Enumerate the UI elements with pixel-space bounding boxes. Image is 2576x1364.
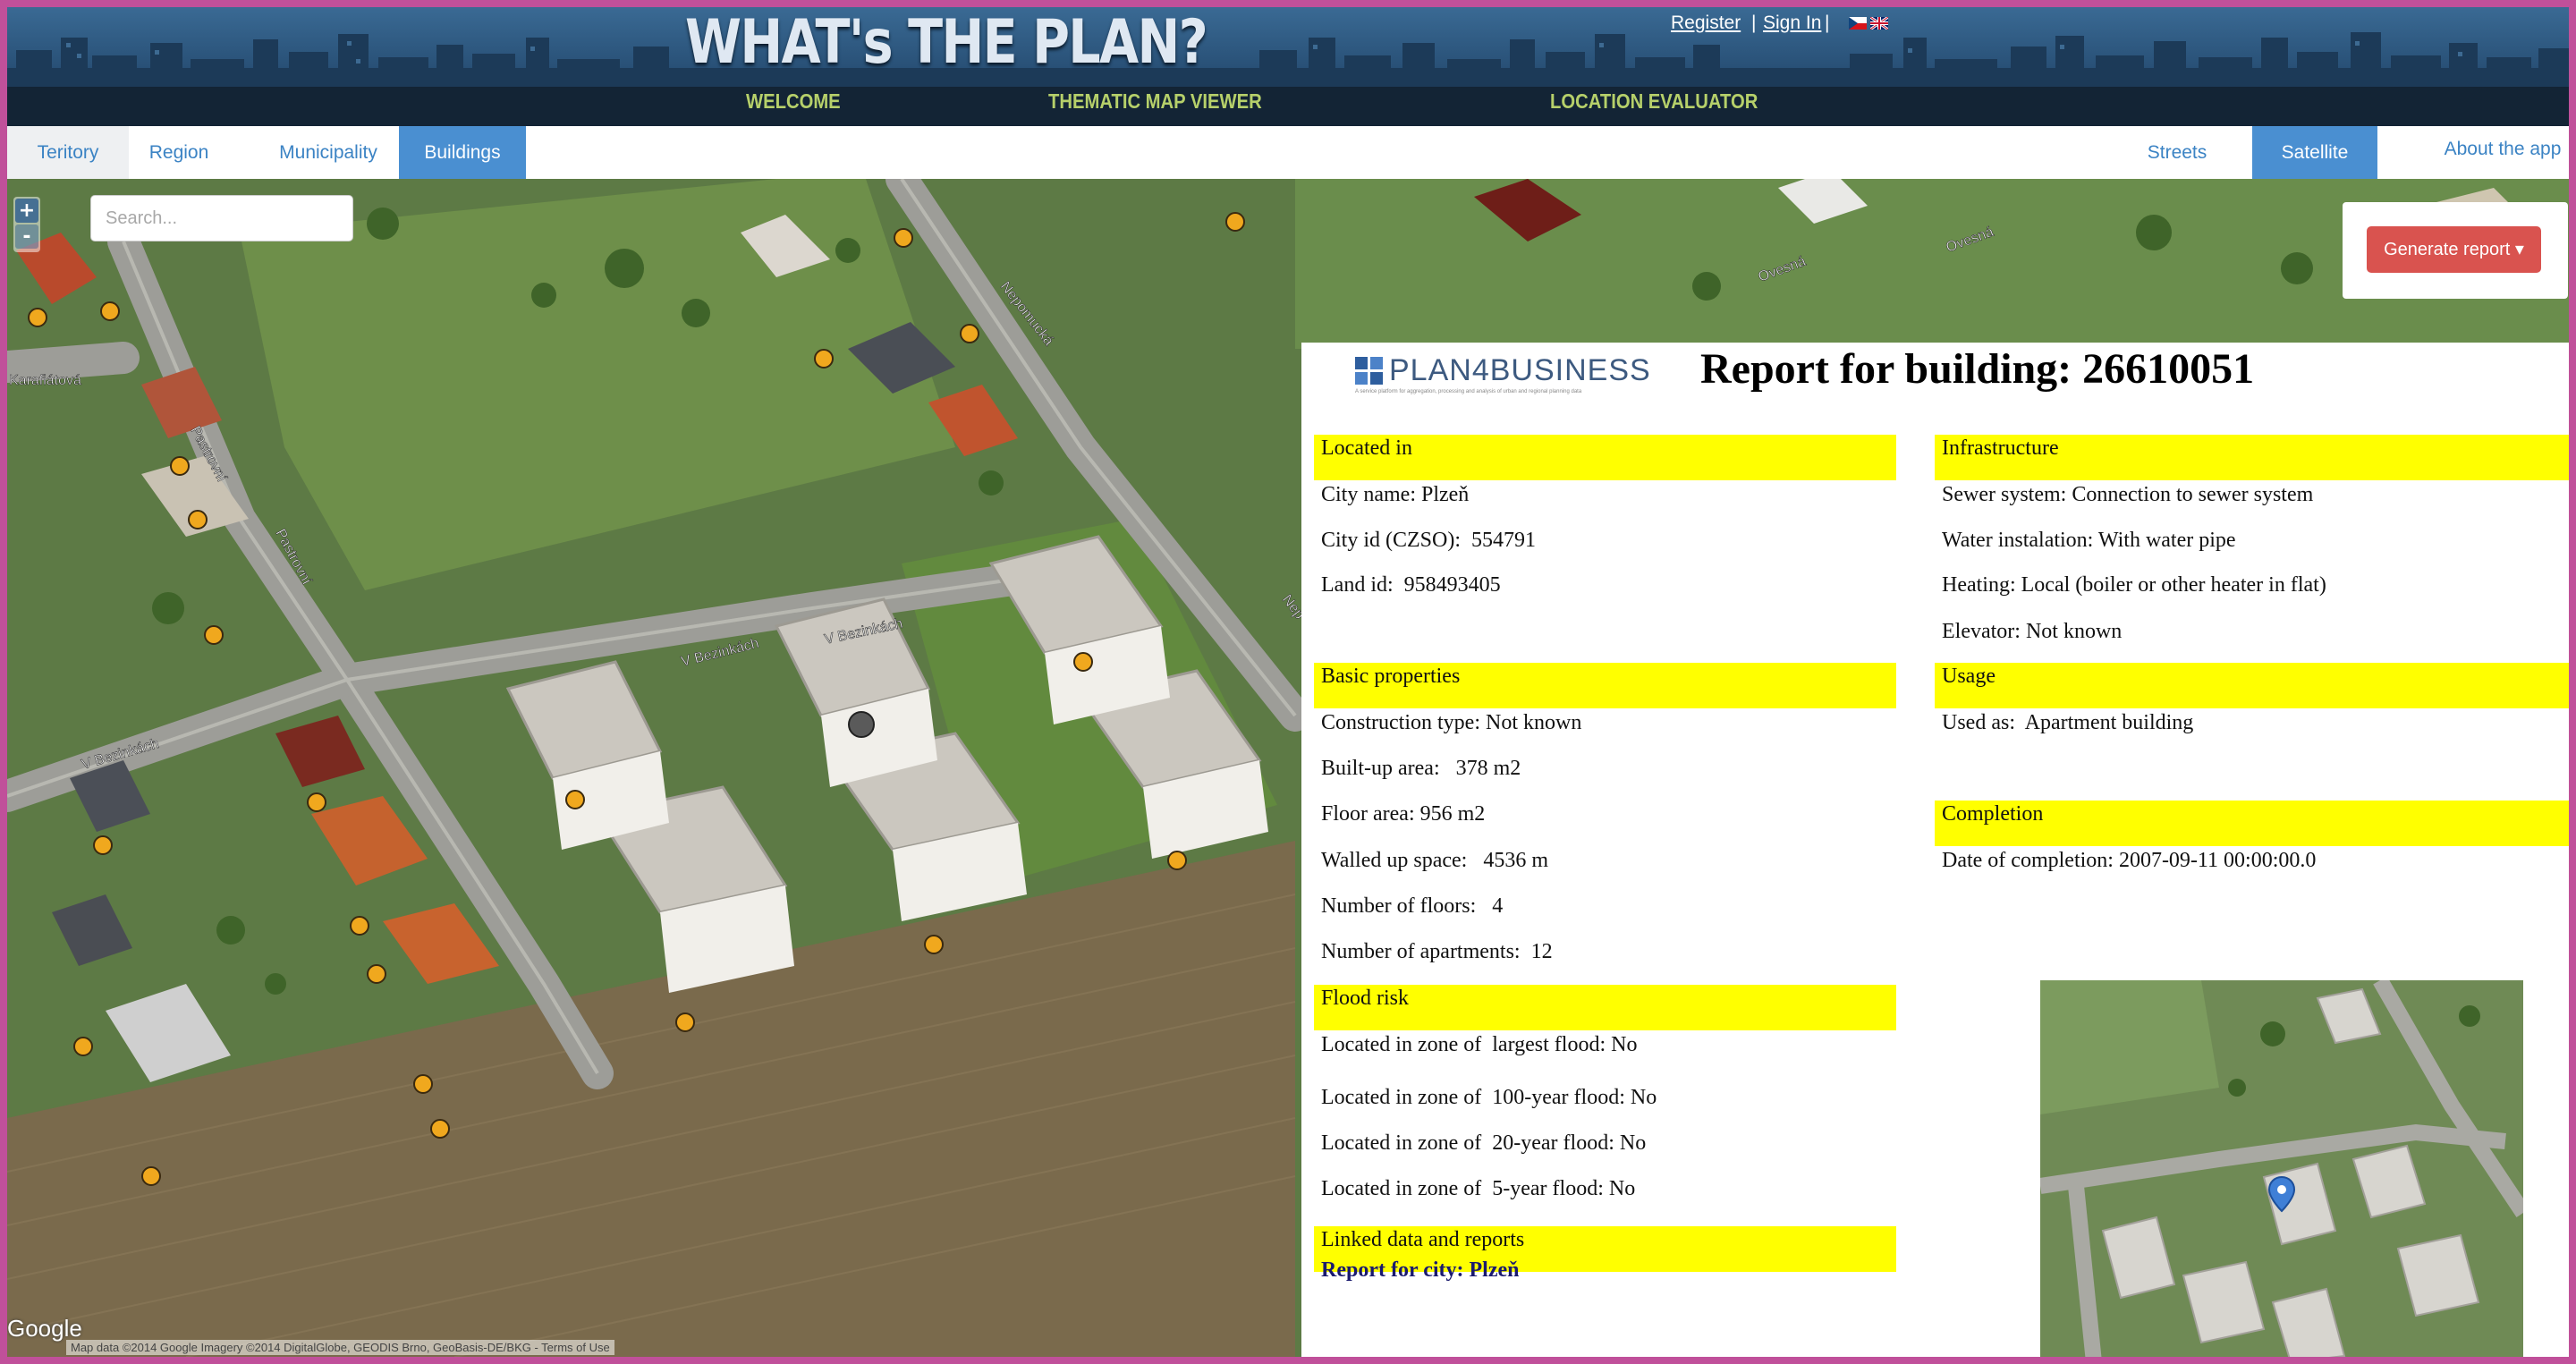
number-of-floors: Number of floors: 4	[1321, 894, 1504, 918]
skyline-graphic	[7, 32, 2569, 88]
building-marker[interactable]	[814, 349, 834, 369]
plan4business-tagline: A service platform for aggregation, proc…	[1355, 389, 1582, 394]
building-marker[interactable]	[204, 625, 224, 645]
elevator: Elevator: Not known	[1942, 620, 2123, 643]
section-infrastructure: Infrastructure	[1935, 435, 2569, 480]
building-marker[interactable]	[675, 1012, 695, 1032]
building-marker[interactable]	[170, 456, 190, 476]
sewer-system: Sewer system: Connection to sewer system	[1942, 483, 2314, 506]
section-located-in: Located in	[1314, 435, 1896, 480]
nav-location-evaluator[interactable]: LOCATION EVALUATOR	[1550, 89, 1758, 114]
tab-streets[interactable]: Streets	[2114, 126, 2240, 179]
tab-about-the-app[interactable]: About the app	[2436, 126, 2569, 179]
section-flood-risk: Flood risk	[1314, 985, 1896, 1030]
floor-area: Floor area: 956 m2	[1321, 802, 1486, 826]
building-marker[interactable]	[188, 510, 208, 530]
search-input[interactable]	[90, 195, 353, 241]
selected-building-marker[interactable]	[848, 711, 875, 738]
app-frame: WHAT's THE PLAN? Register | Sign In | WE…	[7, 7, 2569, 1357]
tab-region[interactable]: Region	[129, 126, 229, 179]
plan4business-logo: PLAN4BUSINESS A service platform for agg…	[1355, 353, 1650, 398]
date-of-completion: Date of completion: 2007-09-11 00:00:00.…	[1942, 849, 2317, 872]
building-marker[interactable]	[28, 308, 47, 327]
building-marker[interactable]	[413, 1074, 433, 1094]
minimap-imagery	[2040, 980, 2523, 1357]
generate-report-button[interactable]: Generate report ▾	[2367, 226, 2541, 273]
building-marker[interactable]	[367, 964, 386, 984]
section-usage: Usage	[1935, 663, 2569, 708]
sign-in-link[interactable]: Sign In	[1763, 13, 1821, 34]
zoom-in-button[interactable]: +	[15, 199, 38, 223]
walled-up-space: Walled up space: 4536 m	[1321, 849, 1549, 872]
plan4business-logo-text: PLAN4BUSINESS	[1389, 353, 1651, 387]
building-marker[interactable]	[430, 1119, 450, 1139]
building-marker[interactable]	[141, 1166, 161, 1186]
section-basic-properties: Basic properties	[1314, 663, 1896, 708]
map-attribution[interactable]: Map data ©2014 Google Imagery ©2014 Digi…	[66, 1340, 614, 1355]
building-marker[interactable]	[93, 835, 113, 855]
built-up-area: Built-up area: 378 m2	[1321, 757, 1521, 780]
report-title: Report for building: 26610051	[1700, 345, 2255, 393]
building-location-minimap	[2040, 980, 2523, 1357]
land-id: Land id: 958493405	[1321, 573, 1501, 597]
google-logo: Google	[7, 1315, 82, 1342]
flood-100-year: Located in zone of 100-year flood: No	[1321, 1086, 1657, 1109]
app-logo: WHAT's THE PLAN?	[685, 7, 1208, 78]
building-marker[interactable]	[73, 1037, 93, 1056]
tab-teritory[interactable]: Teritory	[7, 126, 129, 179]
building-marker[interactable]	[894, 228, 913, 248]
main-navbar	[7, 87, 2569, 126]
uk-flag-icon[interactable]	[1870, 17, 1888, 30]
site-header: WHAT's THE PLAN? Register | Sign In | WE…	[7, 7, 2569, 126]
number-of-apartments: Number of apartments: 12	[1321, 940, 1553, 963]
city-id: City id (CZSO): 554791	[1321, 529, 1537, 552]
zoom-out-button[interactable]: -	[15, 225, 38, 249]
zoom-control: + -	[13, 197, 40, 252]
building-report: PLAN4BUSINESS A service platform for agg…	[1301, 343, 2569, 1357]
building-marker[interactable]	[100, 301, 120, 321]
building-marker[interactable]	[1073, 652, 1093, 672]
flood-largest: Located in zone of largest flood: No	[1321, 1033, 1638, 1056]
building-marker[interactable]	[350, 916, 369, 936]
tab-satellite[interactable]: Satellite	[2252, 126, 2377, 179]
tab-buildings[interactable]: Buildings	[399, 126, 526, 179]
heating: Heating: Local (boiler or other heater i…	[1942, 573, 2326, 597]
street-label: Karafiátová	[9, 373, 81, 388]
construction-type: Construction type: Not known	[1321, 711, 1582, 734]
layer-tab-bar: Teritory Region Municipality Buildings S…	[7, 126, 2569, 180]
register-link[interactable]: Register	[1671, 13, 1741, 34]
building-marker[interactable]	[1225, 212, 1245, 232]
water-installation: Water instalation: With water pipe	[1942, 529, 2236, 552]
tab-municipality[interactable]: Municipality	[252, 126, 404, 179]
flood-20-year: Located in zone of 20-year flood: No	[1321, 1131, 1647, 1155]
section-completion: Completion	[1935, 801, 2569, 846]
city-name: City name: Plzeň	[1321, 483, 1470, 506]
nav-welcome[interactable]: WELCOME	[746, 89, 841, 114]
report-panel: Generate report ▾	[2343, 202, 2568, 299]
city-report-link[interactable]: Report for city: Plzeň	[1321, 1258, 1519, 1283]
building-marker[interactable]	[307, 792, 326, 812]
building-marker[interactable]	[924, 935, 944, 954]
building-marker[interactable]	[565, 790, 585, 809]
czech-flag-icon[interactable]	[1849, 17, 1867, 30]
header-separator: |	[1825, 13, 1830, 33]
plan4business-logo-icon	[1355, 357, 1383, 385]
building-marker[interactable]	[1167, 851, 1187, 870]
flood-5-year: Located in zone of 5-year flood: No	[1321, 1177, 1636, 1200]
location-pin-dot	[2277, 1185, 2286, 1194]
used-as: Used as: Apartment building	[1942, 711, 2194, 734]
building-marker[interactable]	[960, 324, 979, 343]
nav-thematic-map-viewer[interactable]: THEMATIC MAP VIEWER	[1048, 89, 1262, 114]
header-separator: |	[1751, 13, 1757, 33]
